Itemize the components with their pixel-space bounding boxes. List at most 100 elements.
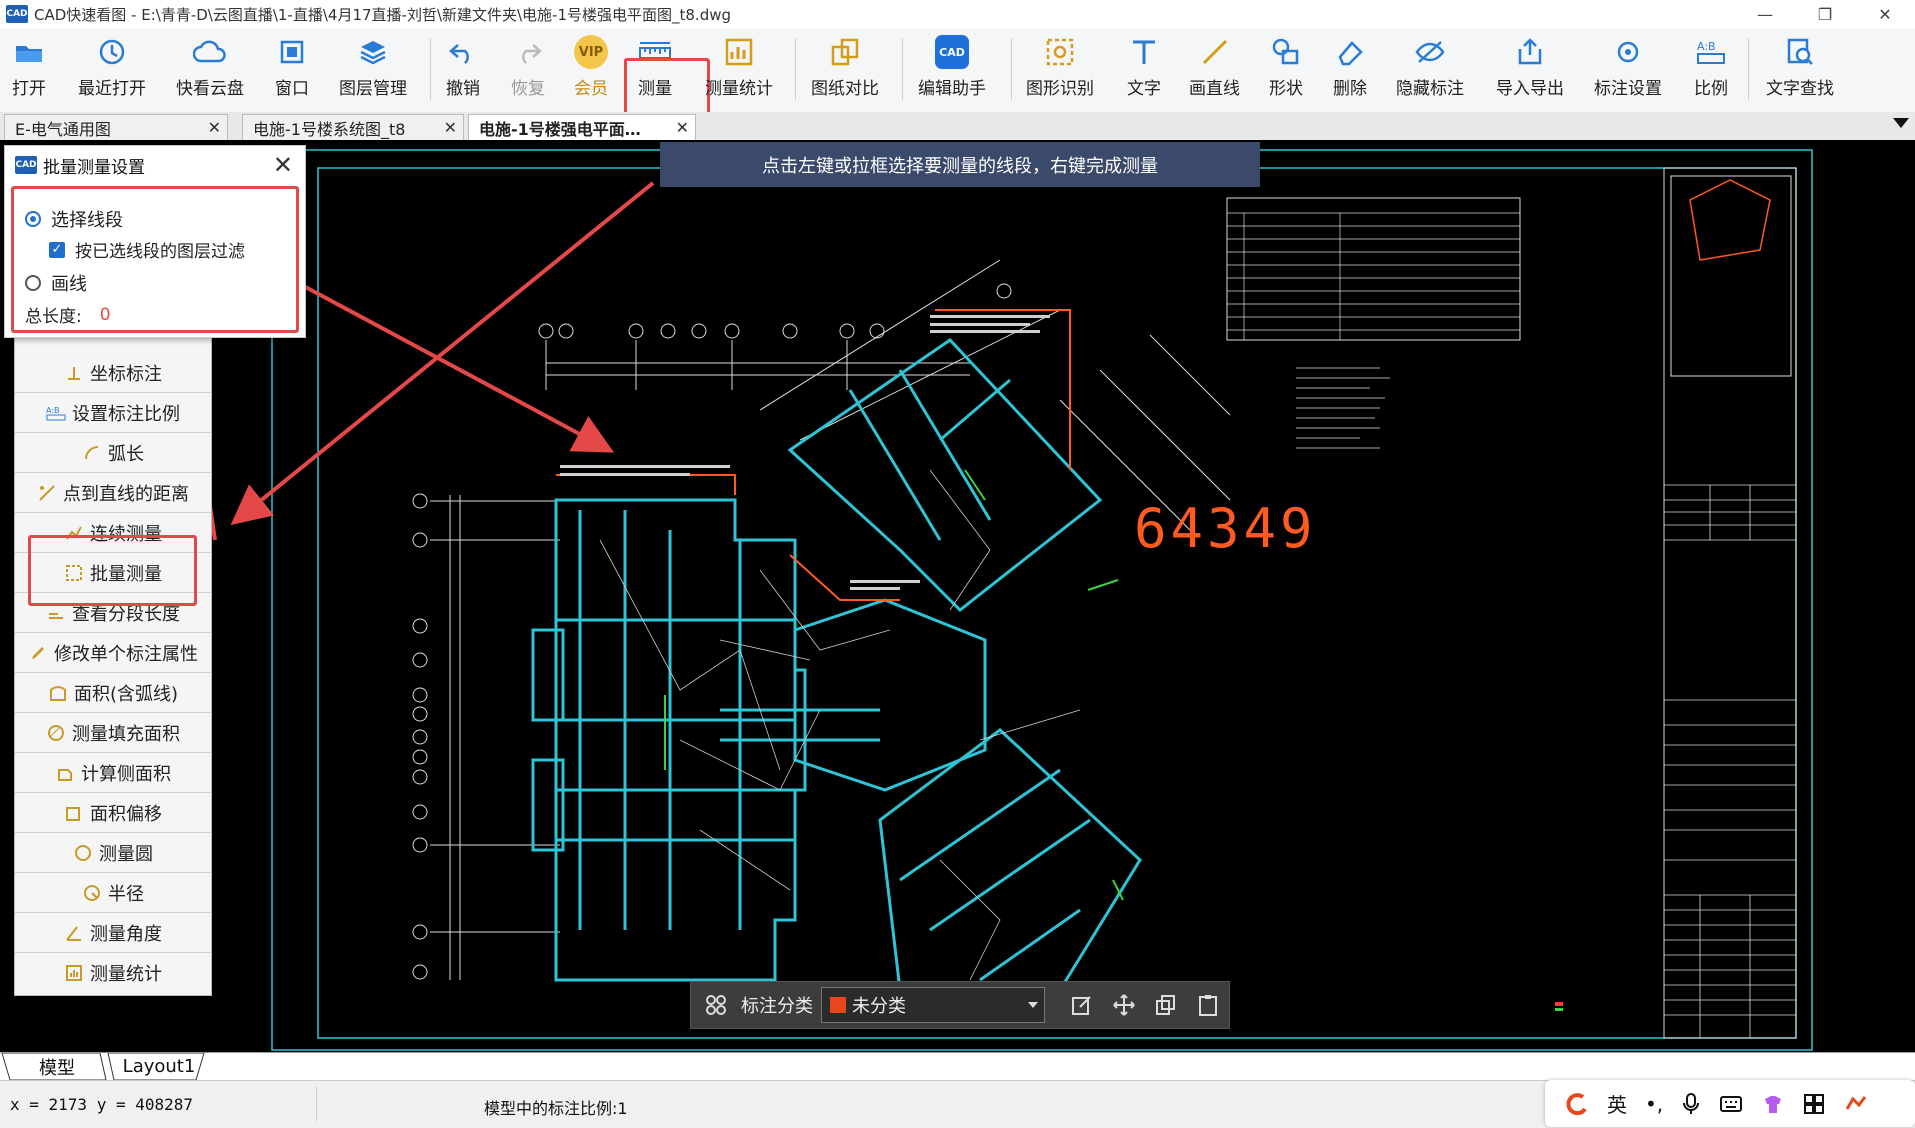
text-t-icon (1130, 34, 1158, 70)
scale-ratio-icon: A:B (1695, 34, 1727, 70)
menu-set-annotation-scale[interactable]: A:B 设置标注比例 (15, 393, 211, 433)
window-button[interactable]: 窗口 (275, 34, 309, 106)
menu-point-to-line[interactable]: 点到直线的距离 (15, 473, 211, 513)
sogou-logo-icon[interactable] (1563, 1091, 1589, 1117)
area-offset-icon (64, 803, 84, 823)
close-button[interactable]: ✕ (1855, 0, 1915, 28)
ime-punct-toggle[interactable]: •, (1645, 1092, 1663, 1116)
compare-icon (830, 34, 860, 70)
ribbon-separator (1011, 38, 1012, 100)
vip-button[interactable]: VIP 会员 (574, 34, 608, 106)
minimize-button[interactable]: — (1735, 0, 1795, 28)
delete-button[interactable]: 删除 (1333, 34, 1367, 106)
window-icon (278, 34, 306, 70)
shape-recognition-icon (1045, 34, 1075, 70)
coordinate-icon (64, 363, 84, 383)
menu-measure-stats[interactable]: 测量统计 (15, 953, 211, 992)
draw-line-button[interactable]: 画直线 (1189, 34, 1240, 106)
menu-measure-angle[interactable]: 测量角度 (15, 913, 211, 953)
grid-apps-icon[interactable] (701, 990, 731, 1020)
edit-annotation-icon (28, 643, 48, 663)
hide-annotation-button[interactable]: 隐藏标注 (1396, 34, 1464, 106)
microphone-icon[interactable] (1681, 1092, 1701, 1116)
tab-layout1[interactable]: Layout1 (118, 1053, 200, 1080)
app-logo-icon: CAD (15, 156, 37, 174)
shape-recognition-button[interactable]: 图形识别 (1026, 34, 1094, 106)
vip-badge-icon: VIP (574, 34, 608, 70)
ribbon-separator (1748, 38, 1749, 100)
tab-system-diagram[interactable]: 电施-1号楼系统图_t8 ✕ (242, 114, 464, 140)
settings-icon (1613, 34, 1643, 70)
svg-text:A:B: A:B (46, 406, 60, 415)
menu-area-offset[interactable]: 面积偏移 (15, 793, 211, 833)
cloud-disk-button[interactable]: 快看云盘 (176, 34, 244, 106)
text-search-icon (1785, 34, 1815, 70)
edit-assistant-button[interactable]: CAD 编辑助手 (918, 34, 986, 106)
close-tab-icon[interactable]: ✕ (208, 118, 221, 137)
cloud-icon (193, 34, 227, 70)
text-button[interactable]: 文字 (1127, 34, 1161, 106)
menu-side-area[interactable]: 计算侧面积 (15, 753, 211, 793)
move-icon[interactable] (1109, 990, 1139, 1020)
ribbon-separator (430, 38, 431, 100)
tab-power-plan[interactable]: 电施-1号楼强电平面… ✕ (468, 114, 696, 140)
maximize-button[interactable]: ❐ (1795, 0, 1855, 28)
dialog-close-icon[interactable]: ✕ (273, 151, 293, 179)
menu-radius[interactable]: 半径 (15, 873, 211, 913)
layer-manager-button[interactable]: 图层管理 (339, 34, 407, 106)
annotation-scale-text: 模型中的标注比例:1 (484, 1099, 628, 1118)
batch-measure-highlight (28, 535, 197, 606)
folder-open-icon (14, 34, 44, 70)
shape-icon (1271, 34, 1301, 70)
close-tab-icon[interactable]: ✕ (676, 118, 689, 137)
menu-arc-length[interactable]: 弧长 (15, 433, 211, 473)
keyboard-icon[interactable] (1719, 1094, 1743, 1114)
menu-edit-annotation[interactable]: 修改单个标注属性 (15, 633, 211, 673)
stats-icon (64, 963, 84, 983)
line-icon (1200, 34, 1230, 70)
dialog-options-highlight (11, 186, 299, 333)
model-layout-tabs: 模型 Layout1 (0, 1052, 1915, 1081)
ime-lang-toggle[interactable]: 英 (1607, 1089, 1627, 1118)
category-select[interactable]: 未分类 (821, 987, 1045, 1023)
category-label: 标注分类 (741, 996, 813, 1017)
compare-button[interactable]: 图纸对比 (811, 34, 879, 106)
menu-area-arc[interactable]: 面积(含弧线) (15, 673, 211, 713)
tab-model[interactable]: 模型 (22, 1053, 92, 1080)
app-logo-icon: CAD (6, 5, 28, 23)
recent-button[interactable]: 最近打开 (78, 34, 146, 106)
toolbox-icon[interactable] (1803, 1093, 1825, 1115)
menu-measure-circle[interactable]: 测量圆 (15, 833, 211, 873)
dialog-title: 批量测量设置 (43, 157, 145, 178)
menu-coordinate-annotation[interactable]: 坐标标注 (15, 353, 211, 393)
redo-button[interactable]: 恢复 (511, 34, 545, 106)
measure-stats-button[interactable]: 测量统计 (705, 34, 773, 106)
eraser-icon (1335, 34, 1365, 70)
eye-off-icon (1414, 34, 1446, 70)
fill-area-icon (46, 723, 66, 743)
ime-avatar-icon[interactable] (1843, 1093, 1869, 1115)
tab-list-dropdown-icon[interactable] (1893, 118, 1909, 128)
import-export-button[interactable]: 导入导出 (1496, 34, 1564, 106)
paste-icon[interactable] (1193, 990, 1223, 1020)
copy-icon[interactable] (1151, 990, 1181, 1020)
status-separator (316, 1087, 317, 1121)
edit-icon[interactable] (1067, 990, 1097, 1020)
shape-button[interactable]: 形状 (1269, 34, 1303, 106)
skin-icon[interactable] (1761, 1093, 1785, 1115)
measure-side-menu: 坐标标注 A:B 设置标注比例 弧长 点到直线的距离 连续测量 批量测量 查看分段… (14, 336, 212, 996)
ribbon-toolbar: 打开 最近打开 快看云盘 窗口 图层管理 撤销 恢复 VIP 会员 测量 测量统… (0, 28, 1915, 134)
scale-icon: A:B (46, 403, 66, 423)
open-button[interactable]: 打开 (12, 34, 46, 106)
menu-fill-area[interactable]: 测量填充面积 (15, 713, 211, 753)
hint-banner: 点击左键或拉框选择要测量的线段，右键完成测量 (660, 142, 1260, 187)
annotation-settings-button[interactable]: 标注设置 (1594, 34, 1662, 106)
tab-electrical-general[interactable]: E-电气通用图 ✕ (4, 114, 228, 140)
undo-button[interactable]: 撤销 (446, 34, 480, 106)
text-search-button[interactable]: 文字查找 (1766, 34, 1834, 106)
scale-button[interactable]: A:B 比例 (1694, 34, 1728, 106)
side-area-icon (55, 763, 75, 783)
close-tab-icon[interactable]: ✕ (444, 118, 457, 137)
window-title: CAD快速看图 - E:\青青-D\云图直播\1-直播\4月17直播-刘哲\新建… (34, 5, 732, 24)
radius-icon (82, 883, 102, 903)
